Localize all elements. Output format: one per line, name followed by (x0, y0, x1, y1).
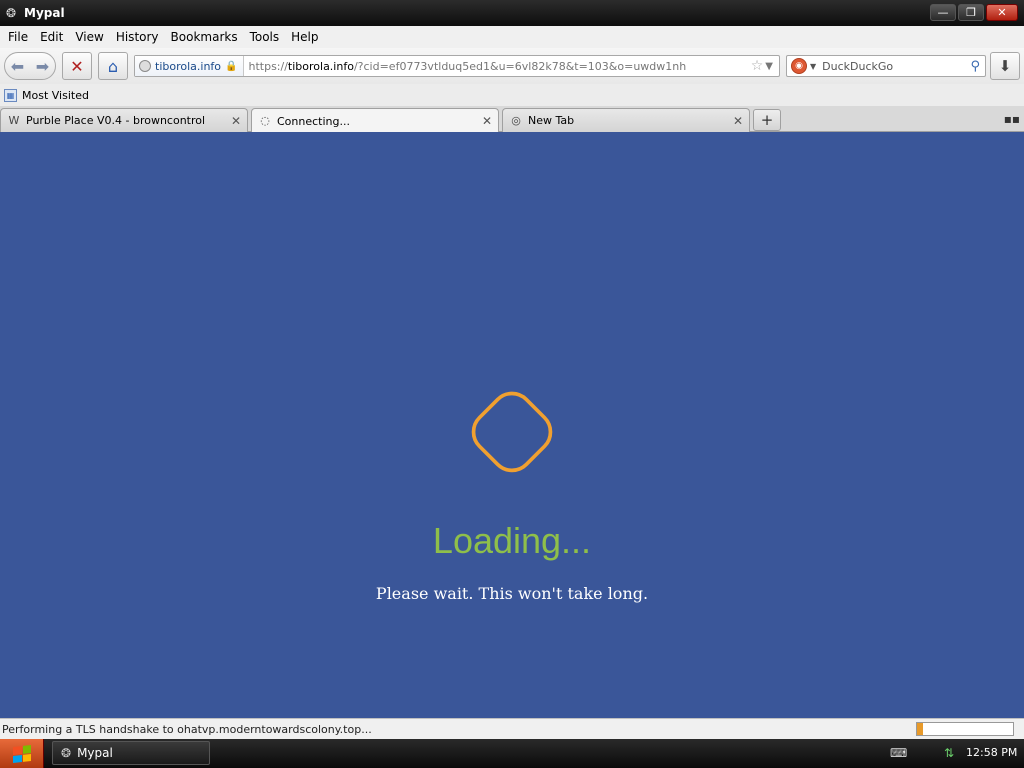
spinner-shape (471, 391, 553, 473)
taskbar-item-label: Mypal (77, 746, 113, 760)
globe-icon: ◎ (511, 113, 521, 127)
site-identity-label: tiborola.info (155, 59, 222, 73)
site-identity-button[interactable]: tiborola.info 🔒 (135, 56, 245, 76)
globe-icon (139, 60, 151, 72)
minimize-button[interactable]: — (930, 4, 956, 21)
tab-strip: W Purble Place V0.4 - browncontrol ✕ ◌ C… (0, 106, 1024, 133)
restore-button[interactable]: ❐ (958, 4, 984, 21)
windows-logo-icon (12, 744, 31, 763)
status-bar: Performing a TLS handshake to ohatvp.mod… (0, 718, 1024, 739)
window-controls: — ❐ ✕ (930, 4, 1018, 21)
back-arrow-icon[interactable]: ⬅ (11, 57, 24, 76)
duckduckgo-icon: ◉ (791, 58, 807, 74)
os-taskbar: ❂ Mypal ⌨ ⇅ 12:58 PM (0, 739, 1024, 768)
url-text[interactable]: https://tiborola.info/?cid=ef0773vtlduq5… (244, 60, 750, 73)
system-clock[interactable]: 12:58 PM (966, 746, 1017, 759)
menu-bookmarks[interactable]: Bookmarks (165, 30, 244, 44)
home-icon: ⌂ (107, 56, 119, 76)
stop-button[interactable]: ✕ (62, 52, 92, 80)
download-arrow-icon: ⬇ (998, 57, 1012, 75)
close-window-button[interactable]: ✕ (986, 4, 1018, 21)
tab-label: Connecting... (277, 114, 350, 128)
forward-arrow-icon[interactable]: ➡ (36, 57, 49, 76)
menu-bar: File Edit View History Bookmarks Tools H… (0, 26, 1024, 48)
window-title: Mypal (24, 6, 65, 20)
taskbar-item-mypal[interactable]: ❂ Mypal (52, 741, 210, 765)
mypal-logo-icon: ❂ (5, 6, 17, 20)
stop-x-icon: ✕ (70, 56, 84, 76)
url-prefix: https:// (248, 59, 288, 73)
menu-history[interactable]: History (110, 30, 165, 44)
search-bar[interactable]: ◉ ▼ DuckDuckGo ⚲ (786, 55, 986, 77)
loading-heading: Loading... (432, 520, 592, 561)
status-text: Performing a TLS handshake to ohatvp.mod… (2, 722, 372, 736)
close-tab-icon[interactable]: ✕ (231, 114, 241, 128)
menu-help[interactable]: Help (285, 30, 324, 44)
home-button[interactable]: ⌂ (98, 52, 128, 80)
search-icon[interactable]: ⚲ (970, 59, 980, 74)
tab-label: New Tab (528, 114, 575, 127)
tab-new-tab[interactable]: ◎ New Tab ✕ (502, 108, 750, 132)
bookmarks-toolbar: ▦ Most Visited (0, 84, 1024, 106)
lock-icon: 🔒 (225, 60, 238, 72)
tab-connecting[interactable]: ◌ Connecting... ✕ (251, 108, 499, 133)
url-path: /?cid=ef0773vtlduq5ed1&u=6vl82k78&t=103&… (353, 59, 687, 73)
menu-tools[interactable]: Tools (244, 30, 286, 44)
list-all-tabs-icon[interactable]: ▪▪ (1004, 112, 1020, 126)
window-titlebar: ❂ Mypal — ❐ ✕ (0, 0, 1024, 26)
mypal-logo-icon: ❂ (61, 746, 72, 760)
search-engine-dropdown-icon[interactable]: ▼ (810, 62, 816, 71)
tab-purble-place[interactable]: W Purble Place V0.4 - browncontrol ✕ (0, 108, 248, 132)
menu-view[interactable]: View (69, 30, 109, 44)
close-tab-icon[interactable]: ✕ (733, 114, 743, 128)
most-visited-icon: ▦ (4, 88, 17, 102)
url-host: tiborola.info (287, 59, 354, 73)
bookmark-most-visited[interactable]: Most Visited (22, 89, 89, 102)
menu-edit[interactable]: Edit (34, 30, 69, 44)
search-input[interactable]: DuckDuckGo (822, 60, 970, 73)
start-button[interactable] (0, 739, 44, 768)
page-load-progress (916, 722, 1014, 736)
navigation-toolbar: ⬅ ➡ ✕ ⌂ tiborola.info 🔒 https://tiborola… (0, 48, 1024, 84)
menu-file[interactable]: File (2, 30, 34, 44)
close-tab-icon[interactable]: ✕ (482, 114, 492, 128)
tab-label: Purble Place V0.4 - browncontrol (26, 114, 206, 127)
url-dropdown-icon[interactable]: ▼ (765, 61, 773, 72)
new-tab-button[interactable]: + (753, 109, 781, 131)
progress-fill (917, 723, 923, 735)
loading-subtext: Please wait. This won't take long. (375, 584, 649, 603)
bookmark-star-icon[interactable]: ☆ (751, 58, 764, 74)
back-forward-group: ⬅ ➡ (4, 52, 56, 80)
loading-throbber-icon: ◌ (260, 114, 270, 127)
url-bar[interactable]: tiborola.info 🔒 https://tiborola.info/?c… (134, 55, 780, 77)
network-icon[interactable]: ⇅ (944, 746, 954, 760)
site-favicon-icon: W (8, 113, 20, 127)
loading-spinner-icon (471, 391, 553, 473)
page-content: Loading... Please wait. This won't take … (0, 132, 1024, 718)
downloads-button[interactable]: ⬇ (990, 52, 1020, 80)
plus-icon: + (760, 111, 774, 129)
keyboard-icon[interactable]: ⌨ (890, 746, 907, 760)
